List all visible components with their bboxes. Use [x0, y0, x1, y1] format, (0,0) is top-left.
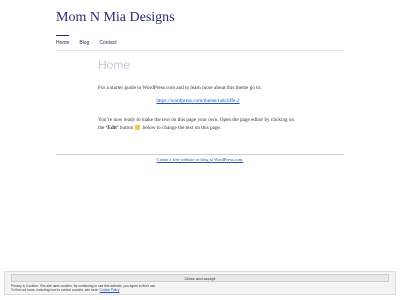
nav-item-blog[interactable]: Blog: [79, 38, 89, 46]
pencil-icon: [135, 125, 141, 131]
nav-divider: [56, 50, 344, 51]
intro-paragraph: For a starter guide to WordPress.com and…: [98, 85, 262, 91]
edit-text-b: button: [118, 125, 135, 132]
footer-divider: [56, 154, 344, 155]
cookie-line-2: To find out more, including how to contr…: [11, 288, 389, 292]
theme-link-line: https://wordpress.com/theme/radcliffe-2: [98, 98, 298, 104]
nav-item-home[interactable]: Home: [56, 35, 70, 46]
cookie-text: Privacy & Cookies: This site uses cookie…: [11, 284, 389, 293]
cookie-banner: Close and accept Privacy & Cookies: This…: [4, 271, 396, 295]
nav-item-contact[interactable]: Contact: [99, 38, 116, 46]
site-title[interactable]: Mom N Mia Designs: [56, 10, 175, 26]
close-accept-button[interactable]: Close and accept: [11, 274, 389, 282]
footer-credit-link[interactable]: Create a free website or blog at WordPre…: [0, 157, 400, 162]
theme-link[interactable]: https://wordpress.com/theme/radcliffe-2: [156, 98, 239, 104]
cookie-line-2-text: To find out more, including how to contr…: [11, 288, 100, 293]
main-nav: Home Blog Contact: [56, 35, 117, 46]
edit-paragraph: You’re now ready to make the text on thi…: [98, 116, 298, 132]
page-title: Home: [98, 58, 131, 72]
edit-word: ‘Edit’: [105, 125, 119, 132]
edit-text-c: below to change the text on this page.: [141, 125, 222, 132]
cookie-policy-link[interactable]: Cookie Policy: [100, 288, 120, 292]
